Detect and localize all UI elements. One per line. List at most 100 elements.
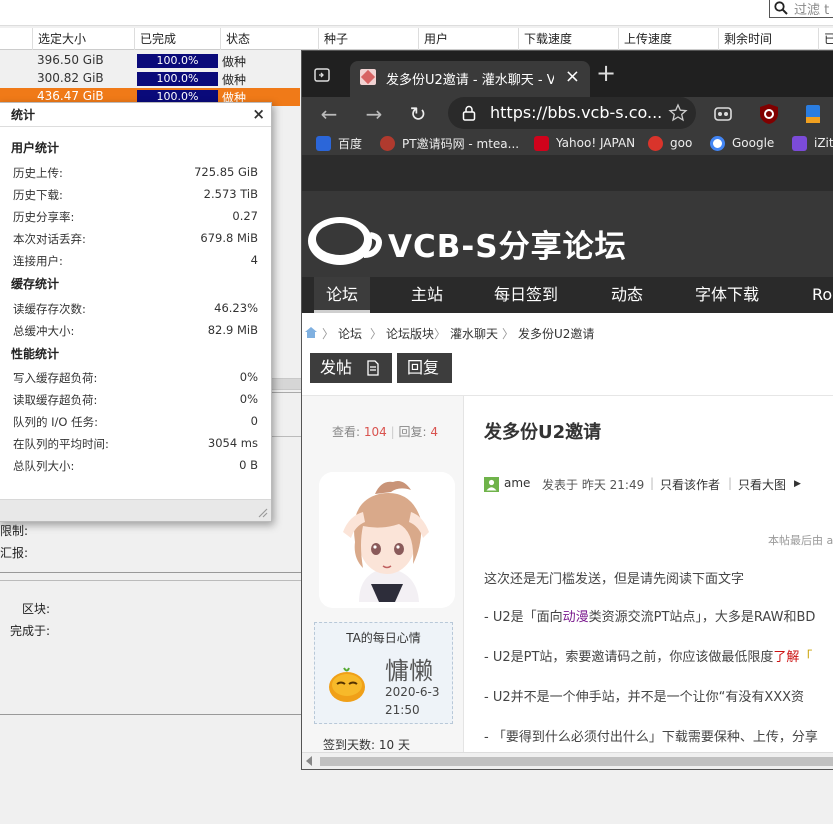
izit-icon — [792, 135, 807, 151]
forward-button[interactable]: → — [359, 99, 389, 129]
post-stats: 查看: 104 | 回复: 4 — [332, 425, 438, 439]
stat-label: 读缓存存次数: — [13, 302, 86, 316]
edit-notice: 本帖最后由 a — [768, 534, 833, 547]
stat-label: 历史下载: — [13, 188, 63, 202]
goo-icon — [648, 135, 663, 151]
stat-label: 连接用户: — [13, 254, 63, 268]
anime-link[interactable]: 动漫 — [563, 610, 589, 625]
column-selected-size[interactable]: 选定大小 — [32, 28, 134, 50]
column-peers[interactable]: 用户 — [418, 28, 518, 50]
resize-grip-icon[interactable] — [256, 506, 268, 518]
page-horizontal-scrollbar[interactable] — [302, 752, 833, 769]
home-icon[interactable] — [304, 326, 318, 339]
nav-activity[interactable]: 动态 — [611, 277, 643, 313]
bookmark-izit[interactable]: iZit — [792, 134, 833, 152]
tab-actions-icon[interactable] — [312, 65, 332, 85]
bookmark-yahoo[interactable]: Yahoo! JAPAN — [534, 134, 635, 152]
avatar[interactable] — [319, 472, 455, 608]
extension-app-icon[interactable] — [802, 103, 824, 125]
stat-value: 0 — [250, 414, 258, 428]
google-icon — [710, 135, 725, 151]
author-link[interactable]: ame — [504, 476, 530, 490]
report-label: 汇报: — [0, 546, 29, 560]
stat-label: 历史上传: — [13, 166, 63, 180]
breadcrumb-thread[interactable]: 发多份U2邀请 — [518, 325, 594, 342]
learn-link[interactable]: 了解 — [773, 650, 799, 665]
nav-fonts[interactable]: 字体下载 — [695, 277, 759, 313]
divider — [0, 580, 302, 581]
column-upload-speed[interactable]: 上传速度 — [618, 28, 718, 50]
breadcrumb-forum[interactable]: 论坛 — [338, 325, 362, 342]
extension-icon[interactable] — [712, 103, 734, 125]
column-progress[interactable]: 已完成 — [134, 28, 220, 50]
post-paragraph: - U2并不是一个伸手站，并不是一个让你“有没有XXX资 — [484, 690, 805, 705]
bookmark-google[interactable]: Google — [710, 134, 774, 152]
nav-forum[interactable]: 论坛 — [314, 277, 371, 313]
breadcrumb-separator: 〉 — [502, 327, 515, 341]
bookmark-goo[interactable]: goo — [648, 134, 692, 152]
browser-window: 发多份U2邀请 - 灌水聊天 - VCB-S × + ← → ↻ https:/… — [301, 50, 833, 770]
lock-icon[interactable] — [462, 105, 476, 121]
new-tab-button[interactable]: + — [596, 61, 616, 85]
perf-stats-heading: 性能统计 — [11, 347, 60, 361]
ublock-icon[interactable] — [758, 103, 780, 125]
nav-more[interactable]: Ro — [812, 277, 832, 313]
stat-label: 历史分享率: — [13, 210, 75, 224]
dialog-title[interactable]: 统计 — [0, 103, 271, 127]
column-download-speed[interactable]: 下载速度 — [518, 28, 618, 50]
bookmark-baidu[interactable]: 百度 — [316, 134, 362, 152]
dialog-footer — [0, 499, 271, 521]
row-status: 做种 — [222, 73, 247, 87]
bookmark-label: Google — [732, 136, 775, 150]
column-more[interactable]: 已 — [818, 28, 833, 50]
stat-value: 679.8 MiB — [200, 231, 258, 245]
stat-value: 2.573 TiB — [203, 187, 258, 201]
big-images-link[interactable]: 只看大图 — [738, 476, 786, 493]
scrollbar-thumb[interactable] — [320, 757, 833, 766]
stat-value: 3054 ms — [207, 436, 258, 450]
desktop: 过滤 t 选定大小 已完成 状态 种子 用户 下载速度 上传速度 剩余时间 已 … — [0, 0, 833, 824]
address-bar[interactable]: https://bbs.vcb-s.co... — [448, 97, 696, 129]
filter-placeholder: 过滤 t — [794, 2, 830, 18]
breadcrumb-boards[interactable]: 论坛版块 — [386, 325, 434, 342]
column-seeds[interactable]: 种子 — [318, 28, 418, 50]
text-span: - U2是PT站，索要邀请码之前，你应该做最低限度 — [484, 650, 774, 665]
column-eta[interactable]: 剩余时间 — [718, 28, 818, 50]
favorite-star-icon[interactable] — [668, 103, 688, 123]
breadcrumb-chat[interactable]: 灌水聊天 — [450, 325, 498, 342]
back-button[interactable]: ← — [314, 99, 344, 129]
new-post-button[interactable]: 发帖 — [310, 353, 392, 383]
thread-actions: 发帖 回复 — [302, 353, 833, 385]
tab-strip: 发多份U2邀请 - 灌水聊天 - VCB-S × + — [302, 51, 833, 97]
filter-input[interactable]: 过滤 t — [769, 0, 833, 18]
stat-value: 46.23% — [214, 301, 258, 315]
daily-mood-card: TA的每日心情 慵懒 2020-6-3 21:50 — [314, 622, 453, 724]
stat-value: 725.85 GiB — [194, 165, 258, 179]
scroll-left-icon[interactable] — [306, 756, 312, 766]
row-size: 436.47 GiB — [37, 89, 104, 103]
breadcrumb: 〉 论坛 〉 论坛版块 〉 灌水聊天 〉 发多份U2邀请 — [302, 325, 833, 345]
coffee-cup-logo-icon[interactable] — [306, 215, 384, 269]
user-icon — [484, 477, 499, 492]
stat-label: 在队列的平均时间: — [13, 437, 109, 451]
site-logo-text[interactable]: VCB-S分享论坛 — [388, 221, 627, 266]
reload-button[interactable]: ↻ — [403, 99, 433, 129]
mood-title: TA的每日心情 — [346, 631, 421, 645]
divider — [0, 572, 302, 573]
close-icon[interactable]: × — [252, 107, 265, 122]
only-author-link[interactable]: 只看该作者 — [660, 476, 720, 493]
table-row[interactable]: 300.82 GiB 100.0% 做种 — [0, 70, 300, 88]
nav-home[interactable]: 主站 — [411, 277, 443, 313]
tab-close-icon[interactable]: × — [565, 66, 580, 87]
favicon-icon — [360, 69, 376, 85]
bookmark-pt-invite[interactable]: PT邀请码网 - mtea... — [380, 134, 519, 152]
browser-tab-active[interactable]: 发多份U2邀请 - 灌水聊天 - VCB-S × — [350, 61, 590, 97]
stat-label: 总缓冲大小: — [13, 324, 75, 338]
page-viewport: VCB-S分享论坛 论坛 主站 每日签到 动态 字体下载 Ro 〉 论坛 〉 论… — [302, 155, 833, 752]
column-status[interactable]: 状态 — [220, 28, 320, 50]
table-row[interactable]: 396.50 GiB 100.0% 做种 — [0, 52, 300, 70]
torrent-table-header: 选定大小 已完成 状态 种子 用户 下载速度 上传速度 剩余时间 已 — [0, 28, 833, 50]
completed-on-label: 完成于: — [10, 624, 51, 638]
reply-button[interactable]: 回复 — [397, 353, 452, 383]
nav-checkin[interactable]: 每日签到 — [494, 277, 558, 313]
